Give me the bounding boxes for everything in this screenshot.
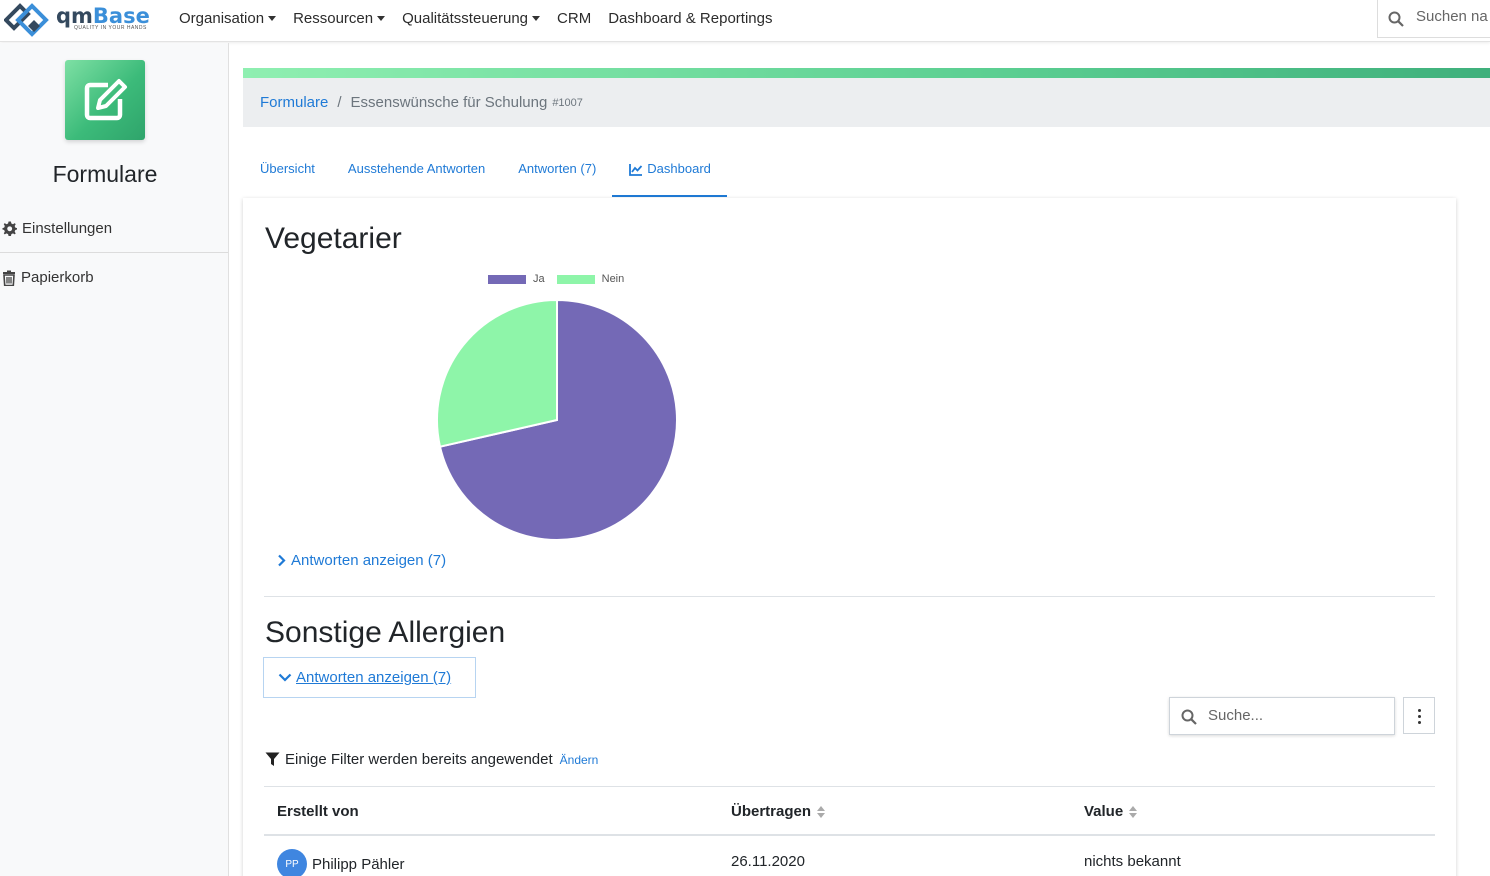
form-tabs: Übersicht Ausstehende Antworten Antworte…	[243, 150, 727, 197]
answers-search-input[interactable]	[1208, 707, 1388, 724]
edit-icon	[84, 79, 127, 121]
sidebar-title: Formulare	[52, 161, 158, 187]
kebab-dot	[1418, 721, 1421, 724]
caret-down-icon	[268, 16, 277, 21]
more-options-button[interactable]	[1403, 697, 1435, 734]
menu-crm[interactable]: CRM	[557, 10, 591, 27]
breadcrumb-current: Essenswünsche für Schulung	[350, 94, 548, 111]
sort-icon	[817, 805, 826, 818]
top-navbar: qmBase QUALITY IN YOUR HANDS Organisatio…	[0, 0, 1490, 42]
tab-dashboard[interactable]: Dashboard	[612, 150, 727, 197]
column-header-uebertragen[interactable]: Übertragen	[731, 803, 826, 820]
kebab-dot	[1418, 715, 1421, 718]
dashboard-card: Vegetarier Ja Nein Antworten anzeigen (7…	[243, 198, 1456, 876]
menu-ressourcen[interactable]: Ressourcen	[293, 10, 386, 27]
search-icon	[1388, 11, 1404, 27]
menu-dashboard-reportings[interactable]: Dashboard & Reportings	[608, 10, 772, 27]
kebab-dot	[1418, 709, 1421, 712]
legend-item-ja[interactable]: Ja	[488, 273, 545, 285]
header-accent-bar	[243, 68, 1490, 78]
breadcrumb: Formulare / Essenswünsche für Schulung #…	[243, 78, 1490, 127]
chevron-down-icon	[278, 673, 292, 682]
section-title-allergien: Sonstige Allergien	[265, 616, 506, 649]
breadcrumb-root-link[interactable]: Formulare	[260, 94, 328, 111]
tab-ausstehende-antworten[interactable]: Ausstehende Antworten	[331, 150, 501, 197]
sidebar: Formulare Einstellungen Papierkorb	[0, 43, 229, 876]
qmbase-logo[interactable]: qmBase QUALITY IN YOUR HANDS	[3, 3, 150, 37]
table-cell-creator: Philipp Pähler	[312, 856, 405, 873]
chart-legend: Ja Nein	[488, 273, 636, 285]
pie-chart-vegetarier	[436, 298, 678, 541]
main-menu: Organisation Ressourcen Qualitätssteueru…	[179, 10, 789, 27]
legend-swatch-nein	[556, 274, 595, 284]
table-cell-value: nichts bekannt	[1084, 853, 1181, 870]
pie-slice-nein[interactable]	[436, 298, 558, 448]
filter-icon	[265, 752, 280, 766]
filter-change-link[interactable]: Ändern	[560, 753, 599, 767]
menu-organisation[interactable]: Organisation	[179, 10, 277, 27]
filter-note: Einige Filter werden bereits angewendet …	[265, 751, 598, 768]
global-search-input[interactable]	[1416, 8, 1490, 25]
table-header-border	[264, 834, 1435, 836]
table-cell-date: 26.11.2020	[731, 853, 805, 870]
table-top-border	[264, 786, 1435, 787]
chevron-right-icon	[278, 554, 286, 567]
column-header-erstellt-von[interactable]: Erstellt von	[277, 803, 359, 820]
menu-qualitaetssteuerung[interactable]: Qualitätssteuerung	[402, 10, 541, 27]
search-icon	[1181, 709, 1197, 725]
legend-swatch-ja	[488, 274, 526, 284]
show-answers-link-vegetarier[interactable]: Antworten anzeigen (7)	[277, 552, 446, 569]
sidebar-divider	[0, 252, 228, 253]
tab-uebersicht[interactable]: Übersicht	[243, 150, 331, 197]
avatar: PP	[277, 849, 307, 876]
gear-icon	[2, 221, 17, 236]
legend-item-nein[interactable]: Nein	[556, 273, 624, 285]
logo-tagline: QUALITY IN YOUR HANDS	[74, 25, 147, 31]
section-title-vegetarier: Vegetarier	[265, 222, 402, 255]
caret-down-icon	[377, 16, 386, 21]
trash-icon	[3, 270, 15, 286]
show-answers-button-allergien[interactable]: Antworten anzeigen (7)	[263, 657, 476, 698]
answers-search[interactable]	[1169, 697, 1395, 735]
tab-antworten[interactable]: Antworten (7)	[501, 150, 612, 197]
caret-down-icon	[532, 16, 541, 21]
sidebar-item-papierkorb[interactable]: Papierkorb	[2, 269, 94, 286]
sidebar-item-einstellungen[interactable]: Einstellungen	[2, 220, 112, 237]
section-divider	[264, 596, 1435, 597]
global-search[interactable]	[1377, 0, 1490, 38]
sort-icon	[1129, 805, 1138, 818]
chart-line-icon	[629, 164, 643, 176]
forms-app-icon	[65, 60, 145, 140]
column-header-value[interactable]: Value	[1084, 803, 1138, 820]
logo-mark-icon	[3, 3, 49, 37]
breadcrumb-separator: /	[337, 94, 342, 111]
form-id: #1007	[552, 96, 583, 109]
